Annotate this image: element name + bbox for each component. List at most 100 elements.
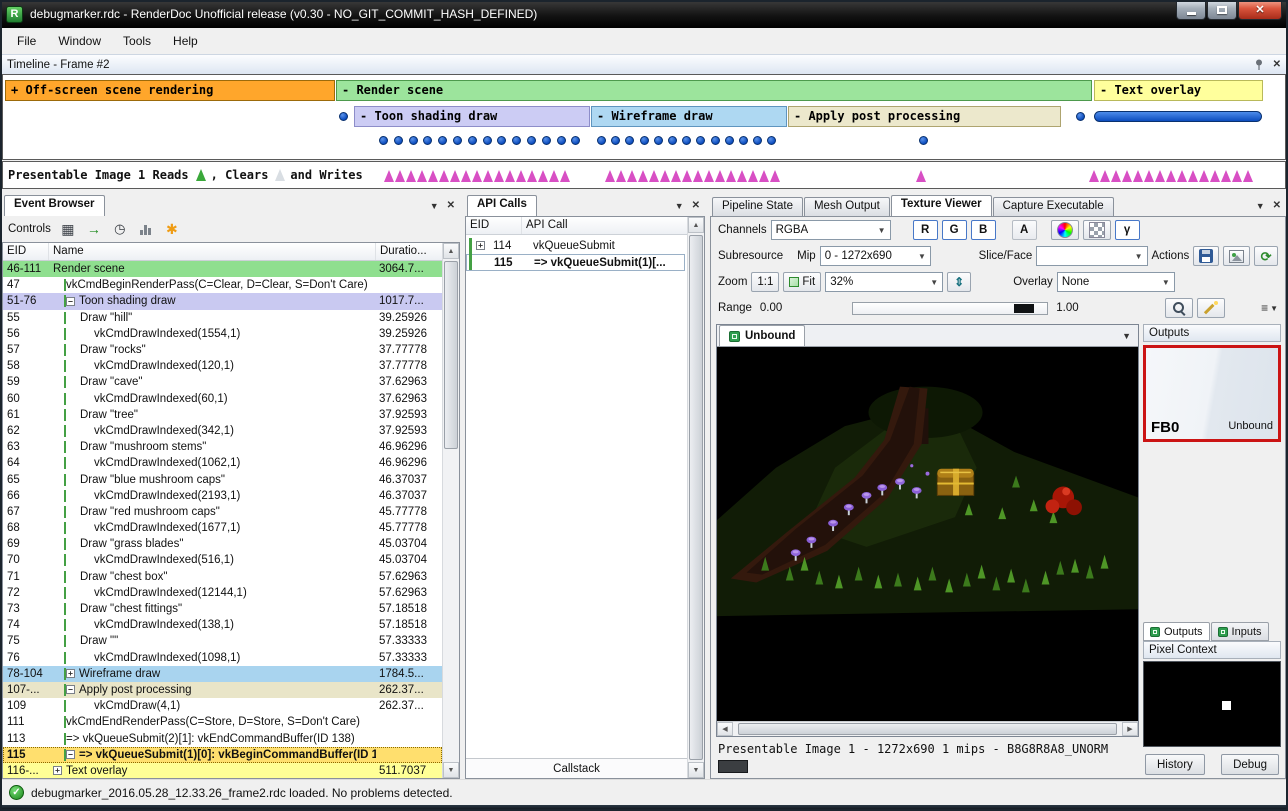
write-triangle-icon[interactable] (538, 170, 548, 182)
scroll-left-icon[interactable]: ◀ (717, 722, 733, 736)
zoom-combo[interactable]: 32%▼ (825, 272, 943, 292)
draw-call-dot[interactable] (423, 136, 432, 145)
draw-call-dot[interactable] (753, 136, 762, 145)
write-triangle-icon[interactable] (428, 170, 438, 182)
tab-mesh-output[interactable]: Mesh Output (804, 197, 890, 216)
draw-call-dot[interactable] (919, 136, 928, 145)
flip-y-button[interactable]: ⇕ (947, 272, 971, 292)
draw-call-dot[interactable] (483, 136, 492, 145)
blue-channel-button[interactable]: B (971, 220, 996, 240)
bookmark-star-icon[interactable]: ✱ (163, 220, 181, 238)
write-triangle-icon[interactable] (494, 170, 504, 182)
event-row[interactable]: 75Draw ""57.33333 (3, 633, 442, 649)
range-slider[interactable] (852, 302, 1048, 315)
write-triangle-icon[interactable] (516, 170, 526, 182)
write-triangle-icon[interactable] (748, 170, 758, 182)
menu-window[interactable]: Window (47, 30, 112, 52)
write-triangle-icon[interactable] (1210, 170, 1220, 182)
write-triangle-icon[interactable] (693, 170, 703, 182)
column-eid[interactable]: EID (3, 243, 49, 260)
draw-call-dot[interactable] (468, 136, 477, 145)
event-row[interactable]: 76vkCmdDrawIndexed(1098,1)57.33333 (3, 650, 442, 666)
draw-call-dot[interactable] (557, 136, 566, 145)
write-triangle-icon[interactable] (682, 170, 692, 182)
write-triangle-icon[interactable] (1221, 170, 1231, 182)
event-row[interactable]: 56vkCmdDrawIndexed(1554,1)39.25926 (3, 326, 442, 342)
write-triangle-icon[interactable] (384, 170, 394, 182)
gamma-button[interactable]: γ (1115, 220, 1140, 240)
tab-outputs[interactable]: Outputs (1143, 622, 1210, 641)
collapse-icon[interactable]: − (66, 685, 75, 694)
write-triangle-icon[interactable] (1188, 170, 1198, 182)
channels-combo[interactable]: RGBA▼ (771, 220, 891, 240)
green-channel-button[interactable]: G (942, 220, 967, 240)
pin-icon[interactable] (1254, 59, 1264, 70)
panel-menu-icon[interactable]: ▼ (430, 201, 439, 211)
event-row[interactable]: 71Draw "chest box"57.62963 (3, 569, 442, 585)
event-row[interactable]: 72vkCmdDrawIndexed(12144,1)57.62963 (3, 585, 442, 601)
draw-call-dot[interactable] (682, 136, 691, 145)
range-zoom-button[interactable] (1165, 298, 1193, 318)
draw-call-dot[interactable] (571, 136, 580, 145)
fb0-thumbnail[interactable]: FB0 Unbound (1143, 345, 1281, 442)
red-channel-button[interactable]: R (913, 220, 938, 240)
panel-close-icon[interactable]: ✕ (692, 200, 700, 211)
overlay-combo[interactable]: None▼ (1057, 272, 1175, 292)
expand-icon[interactable]: + (476, 241, 485, 250)
expand-icon[interactable]: + (53, 766, 62, 775)
event-row[interactable]: 73Draw "chest fittings"57.18518 (3, 601, 442, 617)
range-slider-handle[interactable] (1014, 304, 1034, 313)
event-row[interactable]: 47vkCmdBeginRenderPass(C=Clear, D=Clear,… (3, 277, 442, 293)
pixel-context-view[interactable] (1143, 661, 1281, 747)
refresh-button[interactable]: ⟳ (1254, 246, 1278, 266)
write-triangle-icon[interactable] (649, 170, 659, 182)
event-row[interactable]: 57Draw "rocks"37.77778 (3, 342, 442, 358)
scroll-up-icon[interactable]: ▲ (443, 243, 459, 259)
event-browser-scrollbar[interactable]: ▲ ▼ (442, 243, 459, 778)
draw-call-dot[interactable] (668, 136, 677, 145)
close-button[interactable]: ✕ (1238, 0, 1282, 20)
draw-call-dot[interactable] (711, 136, 720, 145)
event-row[interactable]: 63Draw "mushroom stems"46.96296 (3, 439, 442, 455)
scroll-thumb[interactable] (689, 235, 703, 760)
draw-call-dot[interactable] (725, 136, 734, 145)
event-row[interactable]: 66vkCmdDrawIndexed(2193,1)46.37037 (3, 488, 442, 504)
write-triangle-icon[interactable] (395, 170, 405, 182)
texture-tab-unbound[interactable]: Unbound (719, 325, 805, 346)
minimize-button[interactable] (1176, 0, 1206, 20)
write-triangle-icon[interactable] (1089, 170, 1099, 182)
write-triangle-icon[interactable] (638, 170, 648, 182)
timeline-panel-header[interactable]: Timeline - Frame #2 ✕ (0, 54, 1288, 74)
toolbar-overflow-icon[interactable]: ≡▼ (1261, 301, 1278, 315)
event-row[interactable]: 109vkCmdDraw(4,1)262.37... (3, 698, 442, 714)
slice-face-combo[interactable]: ▼ (1036, 246, 1147, 266)
scroll-thumb[interactable] (444, 261, 458, 449)
write-triangle-icon[interactable] (472, 170, 482, 182)
zoom-1to1-button[interactable]: 1:1 (751, 272, 779, 292)
save-texture-button[interactable] (1193, 246, 1219, 266)
timeline-marker-bar[interactable]: - Wireframe draw (591, 106, 787, 127)
menu-tools[interactable]: Tools (112, 30, 162, 52)
scroll-right-icon[interactable]: ▶ (1122, 722, 1138, 736)
timeline-toggle-icon[interactable]: ▦ (59, 220, 77, 238)
menu-file[interactable]: File (6, 30, 47, 52)
debug-button[interactable]: Debug (1221, 754, 1279, 775)
scroll-down-icon[interactable]: ▼ (443, 762, 459, 778)
write-triangle-icon[interactable] (737, 170, 747, 182)
draw-call-dot[interactable] (394, 136, 403, 145)
draw-call-dot[interactable] (625, 136, 634, 145)
open-image-button[interactable] (1223, 246, 1250, 266)
event-row[interactable]: 70vkCmdDrawIndexed(516,1)45.03704 (3, 552, 442, 568)
column-name[interactable]: Name (49, 243, 376, 260)
api-calls-scrollbar[interactable]: ▲ ▼ (687, 217, 704, 778)
draw-call-dot[interactable] (597, 136, 606, 145)
write-triangle-icon[interactable] (1100, 170, 1110, 182)
event-row[interactable]: 74vkCmdDrawIndexed(138,1)57.18518 (3, 617, 442, 633)
event-row[interactable]: 67Draw "red mushroom caps"45.77778 (3, 504, 442, 520)
event-row[interactable]: 62vkCmdDrawIndexed(342,1)37.92593 (3, 423, 442, 439)
jump-to-eid-icon[interactable]: → (85, 220, 103, 238)
write-triangle-icon[interactable] (417, 170, 427, 182)
event-row[interactable]: 111vkCmdEndRenderPass(C=Store, D=Store, … (3, 714, 442, 730)
maximize-button[interactable] (1207, 0, 1237, 20)
write-triangle-icon[interactable] (704, 170, 714, 182)
